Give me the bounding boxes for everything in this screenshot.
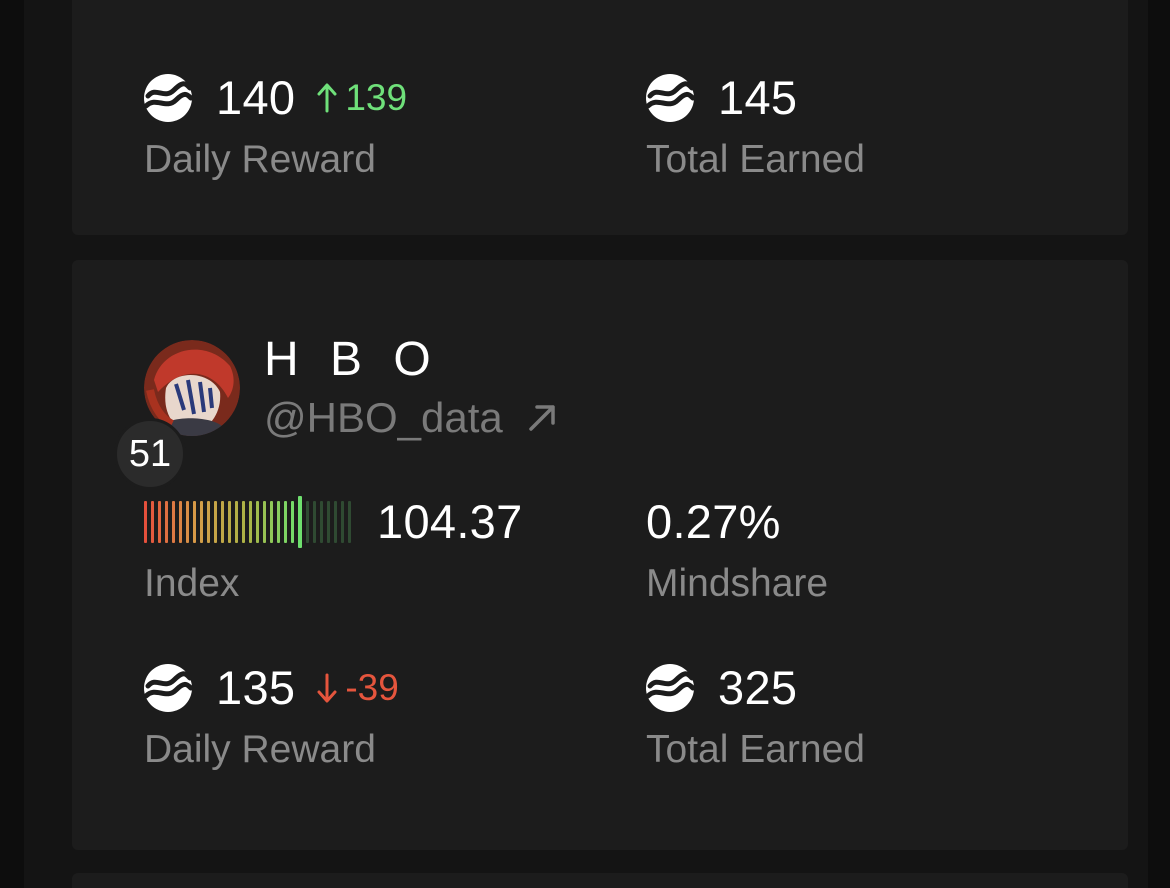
- mindshare-stat: 0.27% Mindshare: [646, 496, 828, 608]
- index-meter-bar: [158, 501, 161, 543]
- total-earned-label: Total Earned: [646, 138, 865, 181]
- index-label: Index: [144, 562, 240, 605]
- index-meter-bar: [320, 501, 323, 543]
- index-meter-bar: [179, 501, 182, 543]
- index-meter-bar: [144, 501, 147, 543]
- daily-reward-value: 140: [216, 71, 296, 124]
- index-meter-bar: [165, 501, 168, 543]
- index-meter-bar: [221, 501, 224, 543]
- index-value: 104.37: [377, 495, 523, 548]
- total-earned-value: 145: [718, 71, 798, 124]
- app: 140 139 Daily Reward 145 Total Earned 51…: [0, 0, 1170, 888]
- coin-icon: [646, 664, 694, 712]
- index-meter-bar: [200, 501, 203, 543]
- index-meter-bar: [270, 501, 273, 543]
- leaderboard-card-hbo[interactable]: 51 H B O @HBO_data 104.37 Index 0.27% Mi…: [72, 260, 1128, 850]
- daily-reward-change-value: 139: [345, 77, 408, 118]
- index-meter-bar: [249, 501, 252, 543]
- daily-reward-label: Daily Reward: [144, 728, 376, 771]
- leaderboard-card[interactable]: 140 139 Daily Reward 145 Total Earned: [72, 0, 1128, 235]
- total-earned-stat: 325 Total Earned: [646, 662, 865, 774]
- total-earned-value: 325: [718, 661, 798, 714]
- daily-reward-value: 135: [216, 661, 296, 714]
- leaderboard-card-next[interactable]: [72, 873, 1128, 888]
- account-handle-link[interactable]: @HBO_data: [264, 392, 559, 444]
- index-meter-bar: [284, 501, 287, 543]
- index-meter-bar: [341, 501, 344, 543]
- index-meter-bar: [327, 501, 330, 543]
- account-name: H B O: [264, 333, 440, 386]
- account-handle: @HBO_data: [264, 394, 503, 441]
- daily-reward-stat: 140 139 Daily Reward: [144, 72, 407, 184]
- coin-icon: [646, 74, 694, 122]
- daily-reward-change-value: -39: [345, 667, 399, 708]
- index-meter-bar: [263, 501, 266, 543]
- mindshare-value: 0.27%: [646, 495, 781, 548]
- arrow-up-icon: [317, 83, 337, 113]
- index-meter-bar: [242, 501, 245, 543]
- mindshare-label: Mindshare: [646, 562, 829, 605]
- rank-badge: 51: [114, 418, 186, 490]
- index-meter-bar: [334, 501, 337, 543]
- arrow-down-icon: [317, 673, 337, 703]
- total-earned-stat: 145 Total Earned: [646, 72, 865, 184]
- index-stat: 104.37 Index: [144, 496, 523, 608]
- index-meter-bar: [172, 501, 175, 543]
- total-earned-label: Total Earned: [646, 728, 865, 771]
- index-meter-bar: [151, 501, 154, 543]
- daily-reward-change: -39: [315, 662, 399, 714]
- index-meter-bar: [348, 501, 351, 543]
- daily-reward-label: Daily Reward: [144, 138, 376, 181]
- index-meter-bar: [277, 501, 280, 543]
- index-meter-bar: [235, 501, 238, 543]
- index-meter-bar: [193, 501, 196, 543]
- index-meter-bar: [306, 501, 309, 543]
- index-meter-bar: [291, 501, 294, 543]
- external-link-icon[interactable]: [525, 401, 559, 435]
- index-meter-bar: [214, 501, 217, 543]
- index-meter-bar: [313, 501, 316, 543]
- index-meter-bar: [228, 501, 231, 543]
- coin-icon: [144, 74, 192, 122]
- daily-reward-change: 139: [315, 72, 407, 124]
- index-meter-bar: [256, 501, 259, 543]
- daily-reward-stat: 135 -39 Daily Reward: [144, 662, 399, 774]
- index-meter-bar: [186, 501, 189, 543]
- index-meter-bar: [298, 496, 302, 548]
- index-meter: [144, 496, 355, 548]
- coin-icon: [144, 664, 192, 712]
- index-meter-bar: [207, 501, 210, 543]
